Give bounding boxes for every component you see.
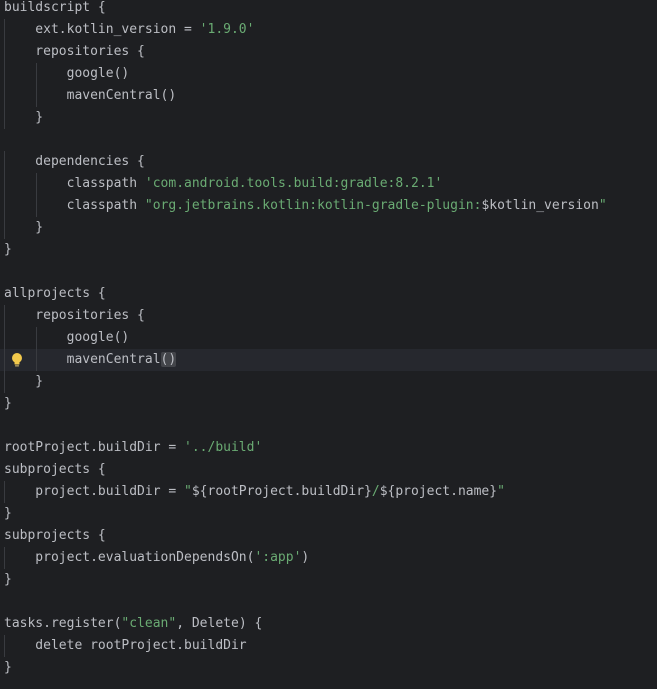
code-text: } [4,220,44,235]
code-text: } [4,660,12,675]
code-text: buildscript { [4,0,106,15]
code-line[interactable] [0,591,657,613]
code-line[interactable]: } [0,503,657,525]
code-text: } [4,242,12,257]
code-line[interactable]: project.evaluationDependsOn(':app') [0,547,657,569]
code-text: ext.kotlin_version = '1.9.0' [4,22,255,37]
code-line[interactable]: buildscript { [0,0,657,19]
code-line[interactable]: } [0,657,657,679]
code-line[interactable]: classpath 'com.android.tools.build:gradl… [0,173,657,195]
code-line[interactable]: } [0,217,657,239]
code-line[interactable]: } [0,107,657,129]
code-line[interactable]: google() [0,327,657,349]
code-text: google() [4,66,130,81]
code-editor[interactable]: buildscript { ext.kotlin_version = '1.9.… [0,0,657,689]
bracket-match-highlight: () [160,352,177,367]
code-text: mavenCentral() [4,88,177,103]
code-text: project.buildDir = "${rootProject.buildD… [4,484,505,499]
code-line[interactable]: subprojects { [0,459,657,481]
code-text: } [4,572,12,587]
code-text: subprojects { [4,462,106,477]
code-line[interactable]: } [0,371,657,393]
code-line[interactable]: allprojects { [0,283,657,305]
code-text: google() [4,330,130,345]
code-text: tasks.register("clean", Delete) { [4,616,263,631]
code-text: repositories { [4,308,145,323]
code-text: classpath "org.jetbrains.kotlin:kotlin-g… [4,198,607,213]
code-line[interactable]: mavenCentral() [0,85,657,107]
code-line[interactable]: classpath "org.jetbrains.kotlin:kotlin-g… [0,195,657,217]
code-text: repositories { [4,44,145,59]
code-line[interactable]: repositories { [0,41,657,63]
code-text: } [4,506,12,521]
code-text: dependencies { [4,154,145,169]
code-text: rootProject.buildDir = '../build' [4,440,263,455]
code-text: mavenCentral() [4,352,177,367]
code-line[interactable]: } [0,569,657,591]
code-line[interactable]: } [0,239,657,261]
code-line[interactable] [0,129,657,151]
code-text: } [4,396,12,411]
code-text: classpath 'com.android.tools.build:gradl… [4,176,443,191]
code-line[interactable]: tasks.register("clean", Delete) { [0,613,657,635]
code-text: delete rootProject.buildDir [4,638,247,653]
code-line[interactable]: subprojects { [0,525,657,547]
code-line[interactable]: rootProject.buildDir = '../build' [0,437,657,459]
code-line[interactable]: delete rootProject.buildDir [0,635,657,657]
code-line[interactable]: mavenCentral() [0,349,657,371]
code-line[interactable]: ext.kotlin_version = '1.9.0' [0,19,657,41]
code-text: subprojects { [4,528,106,543]
code-text: allprojects { [4,286,106,301]
code-line[interactable]: repositories { [0,305,657,327]
code-line[interactable]: project.buildDir = "${rootProject.buildD… [0,481,657,503]
code-text: } [4,110,44,125]
code-line[interactable] [0,415,657,437]
code-line[interactable] [0,261,657,283]
code-text: } [4,374,44,389]
code-line[interactable]: google() [0,63,657,85]
code-line[interactable]: } [0,393,657,415]
code-line[interactable]: dependencies { [0,151,657,173]
code-text: project.evaluationDependsOn(':app') [4,550,310,565]
